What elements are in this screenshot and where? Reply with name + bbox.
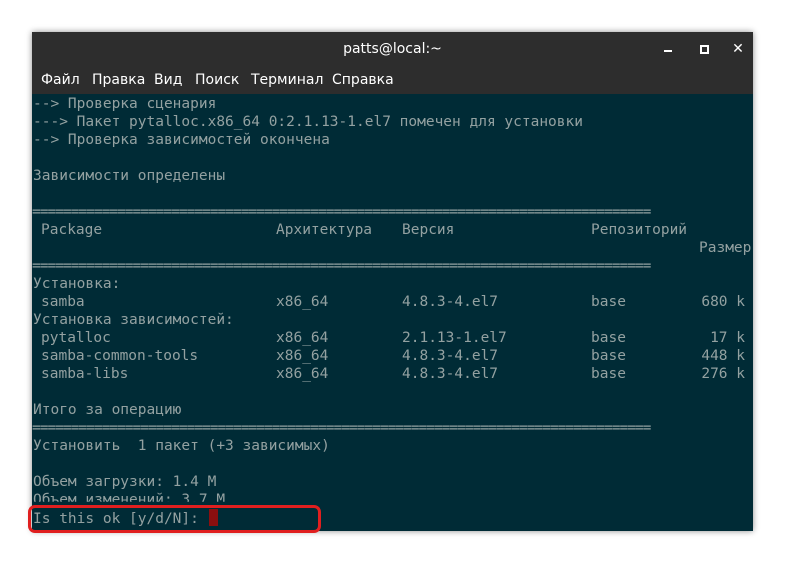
section-title: Установка: <box>33 276 121 292</box>
row-package: samba-libs <box>41 366 129 382</box>
row-size: 448 k <box>701 348 745 364</box>
window-title: patts@local:~ <box>343 41 442 57</box>
row-size: 17 k <box>710 330 745 346</box>
summary-title: Итого за операцию <box>33 402 182 418</box>
separator-line: ========================================… <box>32 258 651 274</box>
row-size: 276 k <box>701 366 745 382</box>
minimize-icon[interactable] <box>660 41 676 57</box>
menu-search[interactable]: Поиск <box>195 66 239 94</box>
row-version: 2.1.13-1.el7 <box>402 330 507 346</box>
menu-edit[interactable]: Правка <box>92 66 145 94</box>
header-version: Версия <box>402 222 455 238</box>
menu-help[interactable]: Справка <box>332 66 394 94</box>
title-bar[interactable]: patts@local:~ ✕ <box>32 32 753 66</box>
separator-line: ========================================… <box>32 420 651 436</box>
output-line: Зависимости определены <box>33 168 226 184</box>
row-size: 680 k <box>701 294 745 310</box>
row-version: 4.8.3-4.el7 <box>402 366 499 382</box>
row-repo: base <box>591 294 626 310</box>
menu-file[interactable]: Файл <box>41 66 80 94</box>
output-line: ---> Пакет pytalloc.x86_64 0:2.1.13-1.el… <box>33 114 583 130</box>
row-package: samba-common-tools <box>41 348 199 364</box>
row-arch: x86_64 <box>276 330 329 346</box>
maximize-icon[interactable] <box>696 41 712 57</box>
terminal-window: patts@local:~ ✕ Файл Правка Вид Поиск Те… <box>32 32 753 531</box>
install-summary: Установить 1 пакет (+3 зависимых) <box>33 438 330 454</box>
output-line: --> Проверка зависимостей окончена <box>33 132 330 148</box>
row-arch: x86_64 <box>276 348 329 364</box>
header-arch: Архитектура <box>276 222 373 238</box>
row-package: pytalloc <box>41 330 111 346</box>
row-repo: base <box>591 348 626 364</box>
row-arch: x86_64 <box>276 366 329 382</box>
menu-terminal[interactable]: Терминал <box>251 66 323 94</box>
row-version: 4.8.3-4.el7 <box>402 294 499 310</box>
prompt-highlight-box <box>28 505 321 533</box>
output-line: --> Проверка сценария <box>33 96 217 112</box>
section-title: Установка зависимостей: <box>33 312 234 328</box>
menu-bar: Файл Правка Вид Поиск Терминал Справка <box>32 66 753 94</box>
header-package: Package <box>41 222 103 238</box>
terminal-output[interactable]: --> Проверка сценария ---> Пакет pytallo… <box>32 94 753 531</box>
header-repo: Репозиторий <box>591 222 688 238</box>
row-package: samba <box>41 294 85 310</box>
header-size: Размер <box>699 240 752 256</box>
row-repo: base <box>591 330 626 346</box>
close-icon[interactable]: ✕ <box>730 41 746 57</box>
row-version: 4.8.3-4.el7 <box>402 348 499 364</box>
download-size: Объем загрузки: 1.4 M <box>33 474 217 490</box>
menu-view[interactable]: Вид <box>154 66 182 94</box>
separator-line: ========================================… <box>32 204 651 220</box>
row-repo: base <box>591 366 626 382</box>
row-arch: x86_64 <box>276 294 329 310</box>
